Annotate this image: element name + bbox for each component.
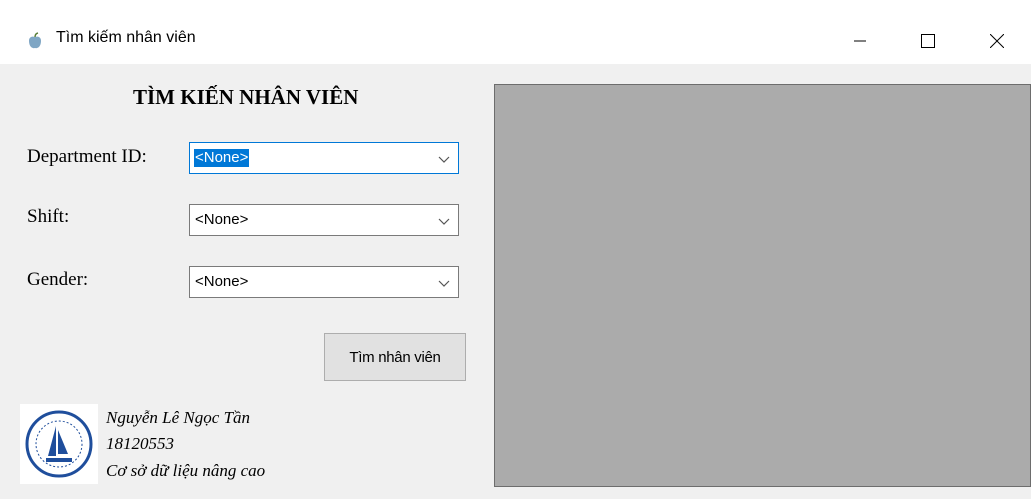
author-name: Nguyễn Lê Ngọc Tần [106, 408, 251, 427]
form-client-area: TÌM KIẾN NHÂN VIÊN Department ID: <None>… [0, 64, 1031, 499]
gender-value: <None> [195, 273, 249, 290]
gender-combobox[interactable]: <None> [189, 266, 459, 298]
title-bar: Tìm kiếm nhân viên [0, 6, 1031, 64]
university-logo [20, 404, 98, 484]
course-name: Cơ sở dữ liệu nâng cao [106, 461, 266, 480]
minimize-icon [854, 40, 866, 42]
student-id: 18120553 [106, 434, 174, 453]
minimize-button[interactable] [826, 12, 894, 70]
maximize-button[interactable] [894, 12, 962, 70]
gender-label: Gender: [27, 269, 89, 290]
maximize-icon [921, 34, 935, 48]
shift-value: <None> [195, 211, 249, 228]
close-icon [990, 34, 1004, 48]
chevron-down-icon[interactable] [438, 153, 450, 165]
chevron-down-icon[interactable] [438, 277, 450, 289]
window-title: Tìm kiếm nhân viên [56, 29, 196, 46]
chevron-down-icon[interactable] [438, 215, 450, 227]
shift-label: Shift: [27, 206, 70, 227]
department-id-value: <None> [194, 149, 250, 167]
department-id-combobox[interactable]: <None> [189, 142, 459, 174]
app-icon [29, 32, 41, 49]
close-button[interactable] [963, 12, 1031, 70]
search-employee-button[interactable]: Tìm nhân viên [324, 333, 466, 381]
form-heading: TÌM KIẾN NHÂN VIÊN [133, 85, 359, 109]
department-id-label: Department ID: [27, 146, 147, 167]
shift-combobox[interactable]: <None> [189, 204, 459, 236]
results-grid[interactable] [494, 84, 1031, 487]
